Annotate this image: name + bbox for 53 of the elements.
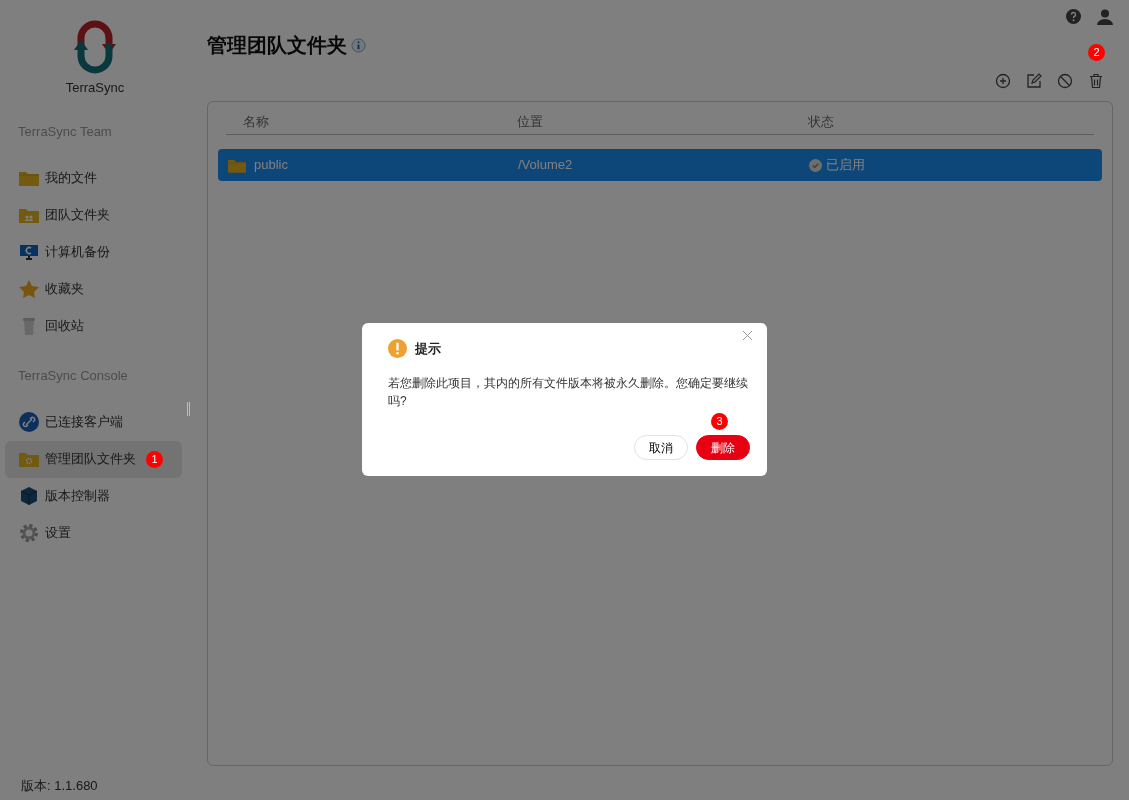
gear-folder-icon	[19, 451, 39, 467]
gear-icon	[19, 523, 39, 543]
sidebar-item[interactable]: 回收站	[5, 307, 182, 344]
computer-icon	[19, 243, 39, 260]
version-text: 版本: 1.1.680	[20, 776, 99, 795]
sidebar-label: 版本控制器	[45, 487, 110, 506]
step-marker: 1	[146, 450, 163, 468]
sidebar-label: 已连接客户端	[45, 413, 123, 432]
sidebar-item[interactable]: 计算机备份	[5, 233, 182, 270]
folder-icon	[228, 157, 246, 173]
warning-icon	[388, 339, 407, 359]
sidebar-item[interactable]: 管理团队文件夹 1	[5, 440, 182, 478]
cube-icon	[19, 486, 39, 506]
folder-icon	[19, 169, 39, 186]
table-row[interactable]: public /Volume2 已启用	[218, 149, 1102, 181]
column-header: 名称	[242, 113, 270, 132]
sidebar-label: 团队文件夹	[45, 205, 110, 224]
sidebar-item[interactable]: 设置	[5, 514, 182, 552]
check-circle-icon	[809, 158, 822, 172]
sidebar-item[interactable]: 已连接客户端	[5, 403, 182, 441]
cancel-button[interactable]: 取消	[634, 435, 688, 460]
sidebar-label: 收藏夹	[45, 279, 84, 298]
close-icon[interactable]	[743, 331, 752, 340]
app-name: TerraSync	[65, 79, 125, 97]
dialog-message: 若您删除此项目，其内的所有文件版本将被永久删除。您确定要继续吗?	[388, 374, 749, 410]
splitter-handle[interactable]	[187, 402, 190, 416]
sidebar-label: 设置	[45, 524, 71, 543]
table-cell-text: public	[254, 156, 288, 175]
column-header: 位置	[517, 113, 544, 132]
team-folder-icon	[19, 206, 39, 223]
info-icon[interactable]	[351, 37, 366, 53]
sidebar-label: 管理团队文件夹	[45, 450, 136, 469]
step-marker: 3	[711, 413, 728, 430]
link-icon	[19, 412, 39, 432]
table-cell-text: 已启用	[826, 156, 865, 175]
page-title: 管理团队文件夹	[207, 33, 347, 57]
edit-icon[interactable]	[1026, 73, 1042, 89]
table-cell-text: /Volume2	[518, 156, 574, 175]
sidebar-label: 回收站	[45, 316, 84, 335]
sidebar-item[interactable]: 收藏夹	[5, 270, 182, 307]
star-icon	[19, 279, 39, 298]
sidebar-label: 我的文件	[45, 168, 97, 187]
sidebar-label: 计算机备份	[45, 242, 110, 261]
logo-icon	[73, 20, 117, 74]
sidebar-item[interactable]: 版本控制器	[5, 477, 182, 515]
sidebar-item[interactable]: 团队文件夹	[5, 196, 182, 233]
column-header: 状态	[808, 113, 834, 132]
sidebar-item[interactable]: 我的文件	[5, 159, 182, 196]
dialog-title: 提示	[415, 340, 441, 358]
disable-icon[interactable]	[1057, 73, 1073, 89]
delete-button[interactable]: 删除	[696, 435, 750, 460]
add-icon[interactable]	[995, 73, 1011, 89]
step-marker: 2	[1088, 44, 1105, 61]
